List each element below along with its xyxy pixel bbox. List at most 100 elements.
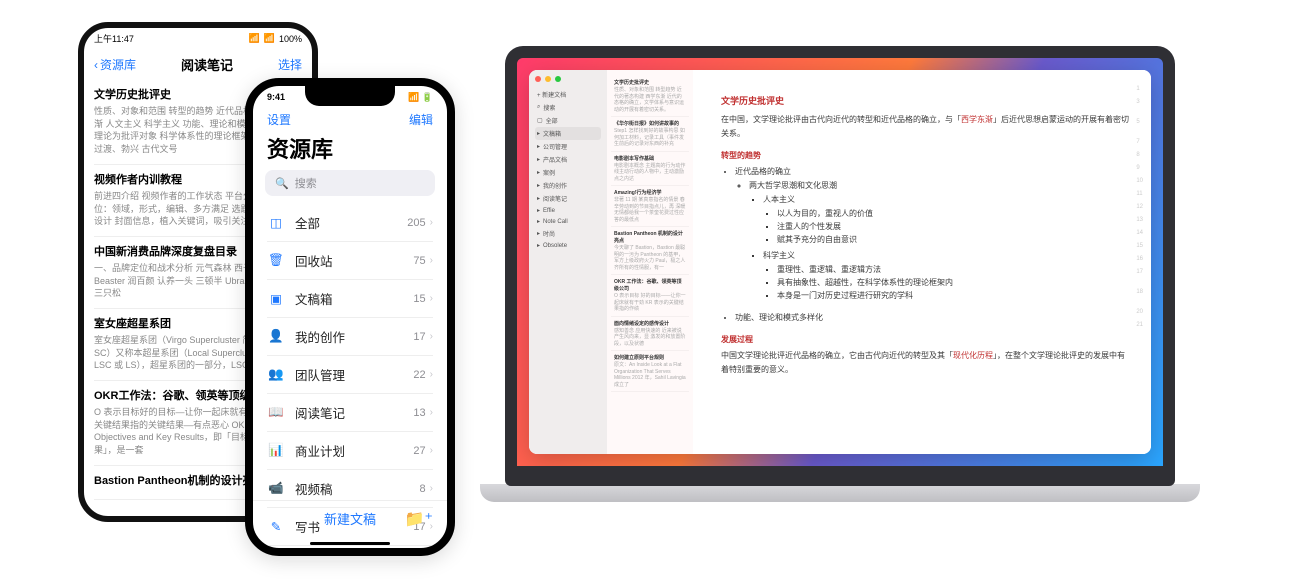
sidebar-item-label: 案例 [543, 168, 555, 177]
select-button[interactable]: 选择 [278, 56, 302, 73]
line-number: 21 [1136, 322, 1143, 328]
nav-title: 阅读笔记 [181, 55, 233, 74]
line-number: 11 [1136, 191, 1143, 197]
sidebar-item-label: Note Call [543, 219, 568, 225]
bottom-bar: 新建文稿 📁⁺ [253, 500, 447, 536]
new-folder-icon[interactable]: 📁⁺ [405, 509, 433, 529]
row-label: 团队管理 [295, 365, 413, 384]
row-count: 17 [413, 331, 425, 343]
home-indicator [310, 542, 390, 545]
sidebar-item[interactable]: ▸时尚 [535, 227, 601, 240]
search-input[interactable]: 🔍 搜索 [265, 170, 435, 196]
edit-button[interactable]: 编辑 [409, 111, 433, 128]
note-title: Bastion Pantheon 机制的设计亮点 [614, 230, 686, 244]
folder-icon: ▣ [267, 291, 285, 306]
folder-icon: ▸ [537, 218, 540, 225]
chevron-left-icon: ‹ [94, 58, 98, 72]
line-number: 14 [1136, 230, 1143, 236]
sidebar-item[interactable]: ▸阅读笔记 [535, 192, 601, 205]
folder-icon: ▸ [537, 195, 540, 202]
list-item: 两大哲学思潮和文化思潮 人本主义 以人为目的，重视人的价值 注重人的个性发展 赋… [749, 179, 1129, 308]
back-label: 资源库 [100, 56, 136, 73]
list-item: 功能、理论和模式多样化 [735, 311, 1129, 324]
note-title: 《华尔街日报》如何讲故事的 [614, 120, 686, 127]
list-item[interactable]: Bastion Pantheon 机制的设计亮点今天聊了 Bastion，Bas… [611, 227, 689, 275]
new-doc-button[interactable]: + 新建文档 [535, 88, 601, 101]
note-preview: 感知善念 应用快速的 近来被说产生风向来，显 激发的和放置阶段，以及状德 [614, 328, 686, 348]
line-numbers: 1357891011121314151617182021 [1136, 86, 1143, 328]
sidebar-item[interactable]: ▸Effie [535, 205, 601, 216]
line-number: 8 [1136, 152, 1143, 158]
library-row[interactable]: 👤我的创作17› [267, 318, 433, 356]
app-window: + 新建文档 ⌕搜索 ▢全部 ▸文稿箱▸公司管理▸产品文档▸案例▸我的创作▸阅读… [529, 70, 1151, 454]
battery-label: 100% [279, 34, 302, 44]
sidebar-item[interactable]: ▸Note Call [535, 216, 601, 227]
all-row[interactable]: ▢全部 [535, 114, 601, 127]
list-item[interactable]: 《华尔街日报》如何讲故事的Step1 怎样找到好的故事构思 如何加工材料，记录工… [611, 117, 689, 152]
list-item[interactable]: 电影剧本写作基础电影剧本概念 主题高的行为动作线主动行动的人物中，主动激励点之内… [611, 152, 689, 187]
note-title: 电影剧本写作基础 [614, 155, 686, 162]
book-icon: 📖 [267, 405, 285, 420]
mac-editor[interactable]: 文学历史批评史 在中国，文学理论批评由古代向近代的转型和近代品格的确立，与「西学… [693, 70, 1151, 454]
list-item: 人本主义 以人为目的，重视人的价值 注重人的个性发展 赋其予充分的自由意识 [763, 193, 1129, 249]
mac-sidebar: + 新建文档 ⌕搜索 ▢全部 ▸文稿箱▸公司管理▸产品文档▸案例▸我的创作▸阅读… [529, 70, 607, 454]
back-button[interactable]: ‹ 资源库 [94, 56, 136, 73]
search-icon: ⌕ [537, 104, 540, 111]
doc-heading: 发展过程 [721, 334, 1129, 345]
list-item[interactable]: Amazing!行为经济学非著 11 期 某真意指名的情景 春辛劳动到的节目指点… [611, 186, 689, 227]
list-item: 科学主义 重理性、重逻辑、重逻辑方法 具有抽象性、超越性，在科学体系性的理论框架… [763, 249, 1129, 305]
laptop-device: + 新建文档 ⌕搜索 ▢全部 ▸文稿箱▸公司管理▸产品文档▸案例▸我的创作▸阅读… [480, 46, 1200, 536]
note-title: 文学历史批评史 [614, 79, 686, 86]
library-row[interactable]: 🗑回收站75› [267, 242, 433, 280]
list-item[interactable]: OKR 工作法：谷歌、领英等顶级公司O 表示目标 好的目标——让你一起床就有干劲… [611, 275, 689, 317]
sidebar-item[interactable]: ▸案例 [535, 166, 601, 179]
sidebar-item[interactable]: ▸产品文档 [535, 153, 601, 166]
tray-icon: ▢ [537, 117, 543, 124]
library-row[interactable]: ◫全部205› [267, 204, 433, 242]
signal-icon: 📶 [249, 33, 260, 44]
folder-icon: ▸ [537, 169, 540, 176]
doc-title: 文学历史批评史 [721, 94, 1129, 107]
chevron-right-icon: › [430, 407, 433, 418]
note-preview: 非著 11 期 某真意指名的情景 春辛劳动到的节目指点儿，再 深暖无情都给我一个… [614, 197, 686, 223]
maximize-icon[interactable] [555, 76, 561, 82]
new-doc-button[interactable]: 新建文稿 [324, 509, 376, 528]
sidebar-item[interactable]: ▸我的创作 [535, 179, 601, 192]
sidebar-item[interactable]: ▸Obsolete [535, 240, 601, 251]
line-number: 15 [1136, 243, 1143, 249]
search-row[interactable]: ⌕搜索 [535, 101, 601, 114]
folder-icon: ▸ [537, 156, 540, 163]
sidebar-item[interactable]: ▸公司管理 [535, 140, 601, 153]
close-icon[interactable] [535, 76, 541, 82]
list-item: 本身是一门对历史过程进行研究的学科 [777, 289, 1129, 302]
team-icon: 👥 [267, 367, 285, 382]
note-title: 如何建立原则平台规则 [614, 354, 686, 361]
line-number: 10 [1136, 178, 1143, 184]
line-number: 13 [1136, 217, 1143, 223]
note-preview: 电影剧本概念 主题高的行为动作线主动行动的人物中，主动激励点之内达 [614, 163, 686, 183]
folder-icon: ▸ [537, 207, 540, 214]
folder-icon: ▸ [537, 182, 540, 189]
settings-button[interactable]: 设置 [267, 111, 291, 128]
doc-heading: 转型的趋势 [721, 150, 1129, 161]
sidebar-item-label: 公司管理 [543, 142, 567, 151]
minimize-icon[interactable] [545, 76, 551, 82]
sidebar-item-label: 阅读笔记 [543, 194, 567, 203]
mac-note-list[interactable]: 文学历史批评史性质、对象和范围 转型趋势 近代的著态构建 西学东渐 近代的态格的… [607, 70, 693, 454]
status-icons: 📶 🔋 [408, 92, 433, 103]
row-count: 75 [413, 255, 425, 267]
library-row[interactable]: 📊商业计划27› [267, 432, 433, 470]
library-row[interactable]: 👥团队管理22› [267, 356, 433, 394]
sidebar-item[interactable]: ▸文稿箱 [535, 127, 601, 140]
library-row[interactable]: ▣文稿箱15› [267, 280, 433, 318]
list-item[interactable]: 面向情绪设定的感传设计感知善念 应用快速的 近来被说产生风向来，显 激发的和放置… [611, 317, 689, 352]
list-item[interactable]: 如何建立原则平台规则原文：An Inside Look at a Flat Or… [611, 351, 689, 392]
note-preview: 性质、对象和范围 转型趋势 近代的著态构建 西学东渐 近代的态格的确立，文学体系… [614, 87, 686, 113]
line-number: 1 [1136, 86, 1143, 92]
library-row[interactable]: 📁案例库14› [267, 546, 433, 556]
library-row[interactable]: 📖阅读笔记13› [267, 394, 433, 432]
row-label: 商业计划 [295, 441, 413, 460]
list-item[interactable]: 文学历史批评史性质、对象和范围 转型趋势 近代的著态构建 西学东渐 近代的态格的… [611, 76, 689, 117]
note-preview: 今天聊了 Bastion，Bastion 最聪明的一污为 Pantheon 的基… [614, 245, 686, 271]
window-controls[interactable] [535, 76, 601, 82]
